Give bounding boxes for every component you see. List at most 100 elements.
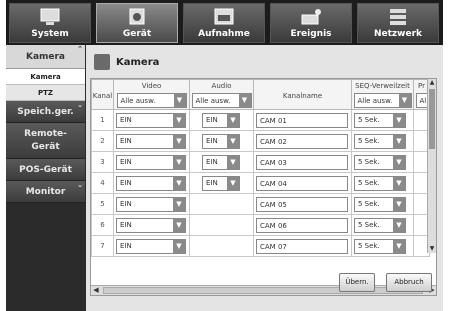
sidebar-item-monitor[interactable]: Monitor ⌄ <box>6 181 85 203</box>
cancel-button[interactable]: Abbruch <box>386 273 432 292</box>
vertical-scrollbar[interactable]: ▲ ▼ <box>427 79 436 253</box>
seq-select[interactable]: 5 Sek. ▼ <box>354 133 406 149</box>
select-value: EIN <box>120 179 132 187</box>
nav-tab-device[interactable]: Gerät <box>96 3 178 43</box>
channel-name-input[interactable]: CAM 03 <box>256 154 348 170</box>
chevron-down-icon: ▼ <box>393 134 405 148</box>
select-value: EIN <box>120 158 132 166</box>
header-name: Kanalname <box>253 79 352 110</box>
header-label: Video <box>141 82 162 90</box>
chevron-down-icon: ▼ <box>227 134 239 148</box>
audio-cell: EIN ▼ <box>189 109 254 131</box>
scroll-thumb[interactable] <box>103 287 423 294</box>
video-cell: EIN ▼ <box>113 214 190 236</box>
header-label: SEQ-Verweilzeit <box>355 82 410 90</box>
select-value: 5 Sek. <box>358 200 380 208</box>
channel-name-input[interactable]: CAM 06 <box>256 217 348 233</box>
name-cell: CAM 06 <box>253 214 352 236</box>
video-cell: EIN ▼ <box>113 130 190 152</box>
select-value: Al <box>419 96 427 105</box>
table-row: 4 EIN ▼ EIN ▼ CAM 04 5 Sek. ▼ <box>91 172 430 194</box>
seq-select[interactable]: 5 Sek. ▼ <box>354 196 406 212</box>
seq-select[interactable]: 5 Sek. ▼ <box>354 238 406 254</box>
select-value: 5 Sek. <box>358 116 380 124</box>
seq-select[interactable]: 5 Sek. ▼ <box>354 112 406 128</box>
name-cell: CAM 01 <box>253 109 352 131</box>
sidebar-item-pos[interactable]: POS-Gerät <box>6 159 85 181</box>
video-select[interactable]: EIN ▼ <box>116 154 186 170</box>
chevron-down-icon: ▼ <box>173 176 185 190</box>
select-value: 5 Sek. <box>358 158 380 166</box>
chevron-down-icon: ▼ <box>393 176 405 190</box>
sidebar-item-remote[interactable]: Remote-Gerät <box>6 123 85 159</box>
sidebar-item-label: Monitor <box>25 187 66 197</box>
chevron-down-icon: ▼ <box>238 94 251 107</box>
channel-name-input[interactable]: CAM 05 <box>256 196 348 212</box>
channel-name-input[interactable]: CAM 07 <box>256 238 348 254</box>
name-cell: CAM 05 <box>253 193 352 215</box>
video-all-select[interactable]: Alle ausw. ▼ <box>116 93 187 108</box>
select-value: Alle ausw. <box>195 96 231 105</box>
name-cell: CAM 02 <box>253 130 352 152</box>
audio-all-select[interactable]: Alle ausw. ▼ <box>191 93 252 108</box>
video-select[interactable]: EIN ▼ <box>116 175 186 191</box>
channel-name-input[interactable]: CAM 01 <box>256 112 348 128</box>
select-value: EIN <box>206 179 218 187</box>
nav-tab-network[interactable]: Netzwerk <box>357 3 439 43</box>
video-cell: EIN ▼ <box>113 172 190 194</box>
video-select[interactable]: EIN ▼ <box>116 196 186 212</box>
seq-cell: 5 Sek. ▼ <box>351 151 414 173</box>
chevron-down-icon: ▼ <box>393 239 405 253</box>
scroll-thumb[interactable] <box>429 89 435 149</box>
video-cell: EIN ▼ <box>113 109 190 131</box>
channel-name-input[interactable]: CAM 04 <box>256 175 348 191</box>
seq-select[interactable]: 5 Sek. ▼ <box>354 154 406 170</box>
scroll-up-icon[interactable]: ▲ <box>428 79 436 87</box>
nav-tab-recording[interactable]: Aufnahme <box>183 3 265 43</box>
video-select[interactable]: EIN ▼ <box>116 112 186 128</box>
network-icon <box>390 9 406 25</box>
header-audio: Audio Alle ausw. ▼ <box>189 79 254 110</box>
sidebar-item-storage[interactable]: Speich.ger. ⌄ <box>6 101 85 123</box>
video-select[interactable]: EIN ▼ <box>116 238 186 254</box>
channel-number: 7 <box>91 235 114 257</box>
sidebar-subitem-ptz[interactable]: PTZ <box>6 85 85 101</box>
nav-tab-label: System <box>31 29 69 39</box>
channel-number: 6 <box>91 214 114 236</box>
channel-number: 1 <box>91 109 114 131</box>
seq-select[interactable]: 5 Sek. ▼ <box>354 175 406 191</box>
channel-number: 5 <box>91 193 114 215</box>
audio-select[interactable]: EIN ▼ <box>202 175 240 191</box>
video-select[interactable]: EIN ▼ <box>116 217 186 233</box>
chevron-down-icon: ▼ <box>173 155 185 169</box>
select-value: 5 Sek. <box>358 137 380 145</box>
chevron-down-icon: ▼ <box>398 94 411 107</box>
audio-cell: EIN ▼ <box>189 172 254 194</box>
nav-tab-event[interactable]: Ereignis <box>270 3 352 43</box>
seq-cell: 5 Sek. ▼ <box>351 235 414 257</box>
audio-cell <box>189 214 254 236</box>
sidebar-subitem-camera[interactable]: Kamera <box>6 69 85 85</box>
seq-all-select[interactable]: Alle ausw. ▼ <box>353 93 412 108</box>
sidebar-item-camera[interactable]: Kamera ⌃ <box>6 45 85 69</box>
scroll-left-icon[interactable]: ◀ <box>91 286 101 295</box>
scroll-down-icon[interactable]: ▼ <box>428 245 436 253</box>
audio-select[interactable]: EIN ▼ <box>202 154 240 170</box>
page-title: Kamera <box>116 56 160 68</box>
chevron-down-icon: ⌄ <box>77 181 83 189</box>
audio-select[interactable]: EIN ▼ <box>202 112 240 128</box>
camera-table-grid: Kanal Video Alle ausw. ▼ Audio Alle ausw… <box>91 79 430 257</box>
page-header: Kamera <box>94 53 159 71</box>
apply-button[interactable]: Übern. <box>339 273 375 292</box>
seq-select[interactable]: 5 Sek. ▼ <box>354 217 406 233</box>
select-value: Alle ausw. <box>120 96 156 105</box>
select-value: Alle ausw. <box>357 96 393 105</box>
camera-icon <box>94 54 110 70</box>
video-select[interactable]: EIN ▼ <box>116 133 186 149</box>
nav-tab-system[interactable]: System <box>9 3 91 43</box>
video-cell: EIN ▼ <box>113 151 190 173</box>
extra-all-select[interactable]: Al <box>415 93 428 108</box>
audio-select[interactable]: EIN ▼ <box>202 133 240 149</box>
seq-cell: 5 Sek. ▼ <box>351 214 414 236</box>
channel-name-input[interactable]: CAM 02 <box>256 133 348 149</box>
